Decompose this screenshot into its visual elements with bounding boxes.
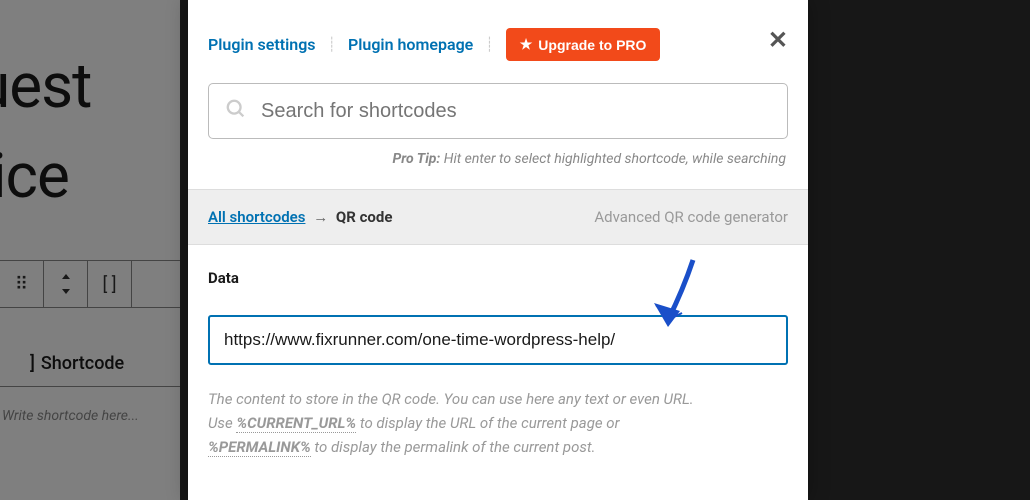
header-divider: ┊ bbox=[485, 37, 493, 53]
form-section: Data The content to store in the QR code… bbox=[188, 245, 808, 483]
plugin-settings-link[interactable]: Plugin settings bbox=[208, 35, 316, 54]
search-icon bbox=[225, 98, 247, 124]
modal-header: Plugin settings ┊ Plugin homepage ┊ ★ Up… bbox=[188, 0, 808, 79]
breadcrumb-current: QR code bbox=[336, 208, 393, 226]
star-icon: ★ bbox=[520, 36, 533, 53]
breadcrumb-bar: All shortcodes → QR code Advanced QR cod… bbox=[188, 189, 808, 245]
data-help-text: The content to store in the QR code. You… bbox=[208, 387, 788, 459]
permalink-token: %PERMALINK% bbox=[208, 438, 311, 457]
header-divider: ┊ bbox=[328, 37, 336, 53]
plugin-homepage-link[interactable]: Plugin homepage bbox=[348, 35, 473, 54]
breadcrumb-arrow-icon: → bbox=[313, 208, 328, 226]
all-shortcodes-link[interactable]: All shortcodes bbox=[208, 208, 305, 226]
search-input[interactable] bbox=[261, 100, 771, 123]
shortcode-description: Advanced QR code generator bbox=[594, 208, 788, 226]
shortcode-modal: Plugin settings ┊ Plugin homepage ┊ ★ Up… bbox=[188, 0, 808, 500]
search-container bbox=[208, 83, 788, 139]
pro-tip-text: Pro Tip: Hit enter to select highlighted… bbox=[188, 147, 808, 189]
data-input[interactable] bbox=[208, 315, 788, 365]
current-url-token: %CURRENT_URL% bbox=[236, 414, 356, 433]
close-icon[interactable]: ✕ bbox=[768, 26, 788, 54]
data-field-label: Data bbox=[208, 269, 788, 287]
upgrade-label: Upgrade to PRO bbox=[538, 37, 646, 53]
upgrade-to-pro-button[interactable]: ★ Upgrade to PRO bbox=[506, 28, 661, 61]
breadcrumb: All shortcodes → QR code bbox=[208, 208, 392, 226]
